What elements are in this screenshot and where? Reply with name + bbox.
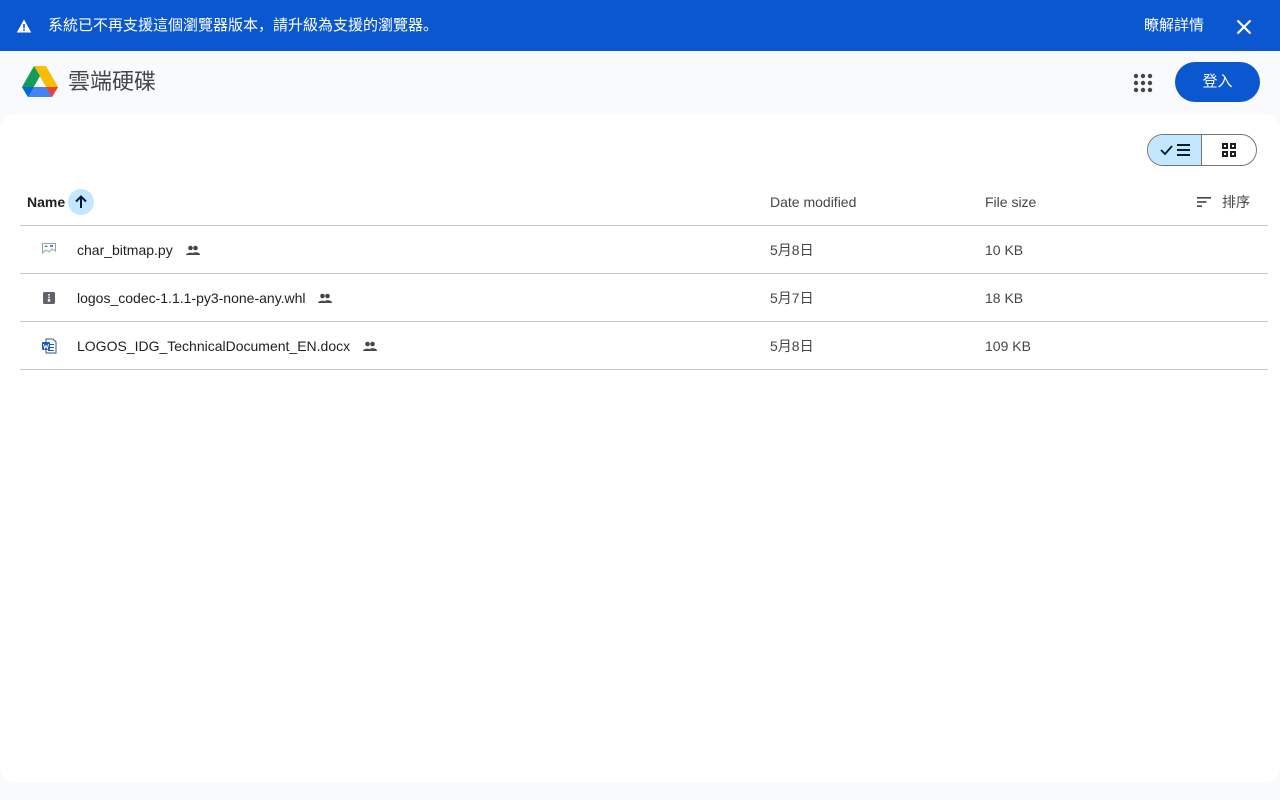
product-name[interactable]: 雲端硬碟 [68, 67, 156, 97]
sort-options-button[interactable]: 排序 [1194, 190, 1250, 214]
file-row[interactable]: logos_codec-1.1.1-py3-none-any.whl 5月7日 … [20, 274, 1268, 322]
file-name: LOGOS_IDG_TechnicalDocument_EN.docx [77, 338, 351, 354]
grid-view-button[interactable] [1202, 135, 1256, 165]
app-header: 雲端硬碟 登入 [0, 51, 1280, 114]
file-row[interactable]: char_bitmap.py 5月8日 10 KB [20, 226, 1268, 274]
file-size: 109 KB [985, 338, 1031, 354]
size-column-header[interactable]: File size [985, 194, 1036, 210]
file-size: 18 KB [985, 290, 1024, 306]
file-date: 5月8日 [770, 242, 814, 258]
date-column-header[interactable]: Date modified [770, 194, 856, 210]
file-list-panel: Name Date modified File size 排序 char_bit… [0, 114, 1280, 783]
archive-file-icon [43, 292, 55, 304]
shared-people-icon [318, 293, 333, 304]
shared-people-icon [363, 341, 378, 352]
arrow-up-icon [75, 195, 87, 208]
list-view-button[interactable] [1148, 135, 1203, 165]
sign-in-button[interactable]: 登入 [1175, 62, 1260, 102]
learn-more-link[interactable]: 瞭解詳情 [1144, 16, 1204, 36]
file-name: logos_codec-1.1.1-py3-none-any.whl [77, 290, 306, 306]
file-list: char_bitmap.py 5月8日 10 KB logos_codec-1.… [20, 226, 1268, 370]
sort-label: 排序 [1222, 194, 1250, 210]
sort-icon [1197, 197, 1211, 207]
column-header-row: Name Date modified File size 排序 [20, 180, 1268, 226]
file-size: 10 KB [985, 242, 1024, 258]
grid-icon [1222, 143, 1236, 157]
apps-grid-icon[interactable] [1131, 71, 1155, 95]
file-date: 5月7日 [770, 290, 814, 306]
shared-people-icon [185, 245, 200, 256]
file-row[interactable]: LOGOS_IDG_TechnicalDocument_EN.docx 5月8日… [20, 322, 1268, 370]
file-name: char_bitmap.py [77, 242, 173, 258]
name-column-header[interactable]: Name [27, 194, 65, 210]
unsupported-browser-banner: 系統已不再支援這個瀏覽器版本，請升級為支援的瀏覽器。 瞭解詳情 [0, 0, 1280, 51]
close-icon[interactable] [1232, 15, 1256, 39]
google-drive-logo[interactable] [22, 65, 58, 99]
broken-image-icon [42, 243, 56, 255]
banner-message: 系統已不再支援這個瀏覽器版本，請升級為支援的瀏覽器。 [48, 17, 439, 34]
checkmark-list-icon [1159, 144, 1190, 156]
view-toggle [1147, 134, 1257, 166]
warning-icon [16, 19, 32, 33]
file-date: 5月8日 [770, 338, 814, 354]
sort-ascending-button[interactable] [68, 189, 94, 215]
word-doc-icon [42, 338, 57, 354]
